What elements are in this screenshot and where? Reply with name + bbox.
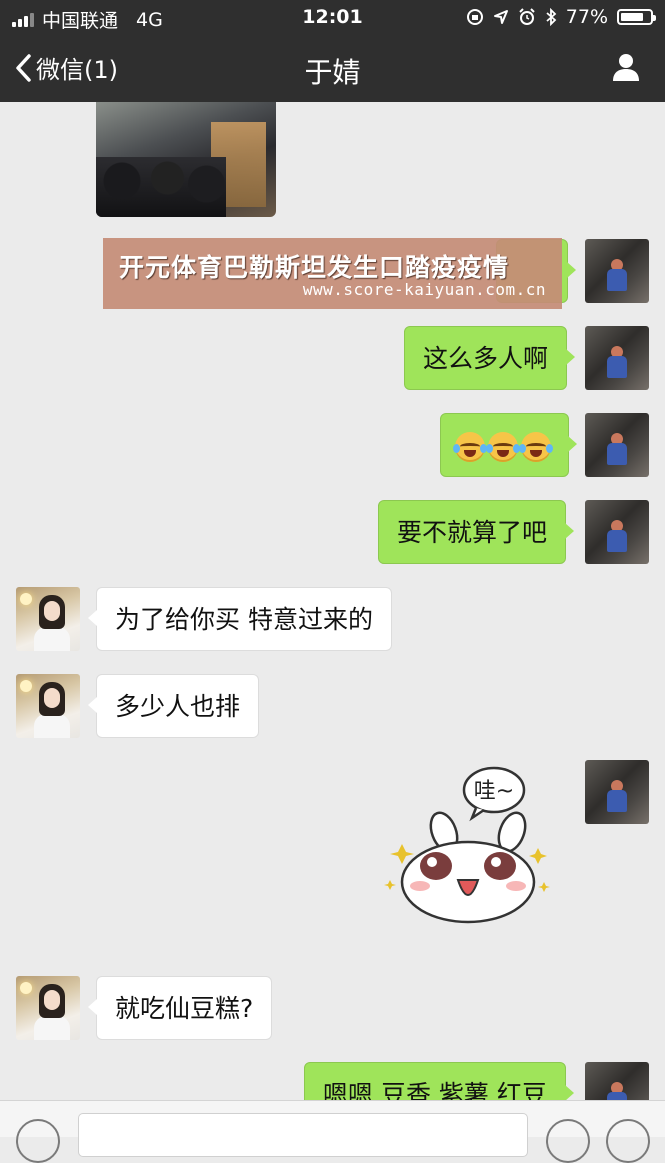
message-bubble-mine[interactable]: 要不就算了吧 [378,500,575,564]
nav-bar: 微信(1) 于婧 [0,34,665,102]
crying-laughing-emoji-icon [486,432,520,462]
alarm-icon [519,8,535,25]
rotation-lock-icon [466,9,483,25]
sticker-caption: 哇~ [474,779,514,804]
profile-button[interactable] [611,52,641,86]
my-avatar[interactable] [585,500,649,564]
location-icon [493,10,508,24]
my-avatar[interactable] [585,326,649,390]
my-avatar[interactable] [585,413,649,477]
back-label: 微信(1) [36,56,118,84]
crying-laughing-emoji-icon [453,432,487,462]
bluetooth-icon [546,8,557,26]
message-bubble-theirs[interactable]: 多少人也排 [87,674,260,738]
voice-input-button[interactable] [16,1119,60,1163]
message-input[interactable] [78,1113,528,1157]
watermark-banner: 开元体育巴勒斯坦发生口踏疫疫情 www.score-kaiyuan.com.cn [103,238,562,309]
chevron-left-icon [16,53,31,82]
contact-avatar[interactable] [16,976,80,1040]
message-bubble-theirs[interactable]: 就吃仙豆糕? [87,976,273,1040]
my-avatar[interactable] [585,760,649,824]
message-bubble-theirs[interactable]: 为了给你买 特意过来的 [88,587,392,651]
battery-icon [617,9,656,25]
contact-avatar[interactable] [16,674,80,738]
emoji-message-bubble[interactable] [440,413,577,477]
status-bar: 中国联通 4G 12:01 77% [0,0,665,34]
my-avatar[interactable] [585,239,649,303]
watermark-title: 开元体育巴勒斯坦发生口踏疫疫情 [119,253,510,282]
back-button[interactable]: 微信(1) [14,50,118,85]
emoji-button[interactable] [546,1119,590,1163]
person-icon [613,54,639,81]
more-options-button[interactable] [606,1119,650,1163]
battery-percent: 77% [565,6,608,28]
status-right: 77% [466,6,656,28]
rabbit-sticker[interactable]: 哇~ [380,762,560,932]
watermark-url: www.score-kaiyuan.com.cn [302,280,546,299]
crying-laughing-emoji-icon [519,432,553,462]
photo-message[interactable] [96,102,276,217]
my-avatar[interactable] [585,1062,649,1100]
input-bar [0,1100,665,1163]
contact-avatar[interactable] [16,587,80,651]
photo-crowd [96,157,226,217]
message-bubble-mine[interactable]: 嗯嗯 豆香 紫薯 红豆 [304,1062,574,1100]
message-bubble-mine[interactable]: 这么多人啊 [404,326,576,390]
